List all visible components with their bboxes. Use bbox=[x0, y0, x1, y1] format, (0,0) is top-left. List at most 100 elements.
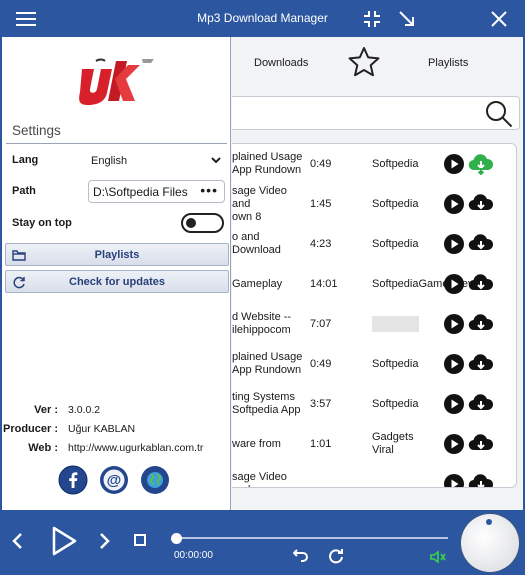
cloud-download-icon bbox=[468, 274, 494, 291]
track-title: d Website -- ilehippocom bbox=[232, 311, 292, 336]
play-circle-icon bbox=[444, 194, 464, 214]
collapse-icon bbox=[364, 10, 380, 27]
web-label: Web : bbox=[28, 442, 58, 454]
list-item[interactable]: plained Usage App Rundown 0:49 Softpedia bbox=[232, 344, 516, 384]
settings-panel: Settings Lang English Path D:\Softpedia … bbox=[2, 37, 231, 510]
toggle-knob bbox=[186, 218, 196, 228]
play-track-button[interactable] bbox=[444, 194, 464, 217]
stay-on-top-toggle[interactable] bbox=[181, 213, 224, 233]
email-button[interactable]: @ bbox=[99, 465, 129, 498]
track-duration: 4:23 bbox=[310, 238, 332, 250]
track-source: Gadgets Viral bbox=[372, 431, 414, 456]
close-button[interactable] bbox=[484, 0, 514, 37]
play-track-button[interactable] bbox=[444, 314, 464, 337]
play-circle-icon bbox=[444, 274, 464, 294]
cloud-download-icon bbox=[468, 234, 494, 251]
track-duration: 0:49 bbox=[310, 358, 332, 370]
download-track-button[interactable] bbox=[468, 273, 494, 298]
play-circle-icon bbox=[444, 474, 464, 487]
rewind-button[interactable] bbox=[292, 548, 309, 565]
cloud-download-icon bbox=[468, 154, 494, 176]
play-track-button[interactable] bbox=[444, 354, 464, 377]
repeat-button[interactable] bbox=[328, 548, 344, 567]
seek-handle[interactable] bbox=[171, 533, 182, 544]
main-nav: Downloads Playlists bbox=[232, 37, 523, 89]
list-item[interactable]: sage Video and bbox=[232, 464, 516, 487]
email-at-icon: @ bbox=[100, 466, 128, 494]
version-value: 3.0.0.2 bbox=[68, 404, 101, 416]
source-placeholder bbox=[372, 316, 419, 332]
svg-text:@: @ bbox=[107, 472, 122, 489]
search-input[interactable] bbox=[238, 97, 478, 127]
browse-path-button[interactable]: ••• bbox=[200, 182, 218, 198]
volume-knob-indicator bbox=[486, 519, 492, 525]
list-item[interactable]: ware from 1:01 Gadgets Viral bbox=[232, 424, 516, 464]
track-source: Softpedia bbox=[372, 357, 419, 370]
stop-button[interactable] bbox=[134, 534, 146, 549]
app-logo bbox=[76, 55, 160, 110]
search-button[interactable] bbox=[485, 100, 513, 131]
track-title: sage Video and bbox=[232, 471, 287, 487]
download-track-button[interactable] bbox=[468, 233, 494, 258]
path-field[interactable]: D:\Softpedia Files ••• bbox=[88, 180, 225, 203]
playlists-button[interactable]: Playlists bbox=[5, 243, 229, 266]
list-item[interactable]: o and Download 4:23 Softpedia bbox=[232, 224, 516, 264]
cloud-download-icon bbox=[468, 434, 494, 451]
website-button[interactable] bbox=[140, 465, 170, 498]
play-circle-icon bbox=[444, 434, 464, 454]
download-track-button[interactable] bbox=[468, 473, 494, 487]
download-track-button[interactable] bbox=[468, 193, 494, 218]
download-track-button[interactable] bbox=[468, 353, 494, 378]
seek-bar[interactable] bbox=[174, 537, 448, 539]
cloud-download-icon bbox=[468, 474, 494, 487]
settings-title: Settings bbox=[12, 123, 61, 138]
previous-button[interactable] bbox=[10, 532, 26, 553]
list-item[interactable]: d Website -- ilehippocom 7:07 bbox=[232, 304, 516, 344]
track-source: Softpedia bbox=[372, 237, 419, 250]
download-track-button[interactable] bbox=[468, 153, 494, 178]
compact-view-button[interactable] bbox=[357, 0, 387, 37]
producer-value: Uğur KABLAN bbox=[68, 423, 136, 435]
stay-on-top-label: Stay on top bbox=[12, 217, 72, 229]
tab-downloads[interactable]: Downloads bbox=[254, 57, 308, 69]
favorites-button[interactable] bbox=[348, 46, 380, 79]
download-track-button[interactable] bbox=[468, 313, 494, 338]
list-item[interactable]: Gameplay 14:01 SoftpediaGamesReview bbox=[232, 264, 516, 304]
chevron-left-icon bbox=[12, 533, 22, 549]
volume-knob[interactable] bbox=[461, 514, 519, 572]
track-source: SoftpediaGamesReview bbox=[372, 277, 491, 290]
play-track-button[interactable] bbox=[444, 234, 464, 257]
lang-dropdown-button[interactable] bbox=[210, 154, 222, 169]
list-item[interactable]: plained Usage App Rundown 0:49 Softpedia bbox=[232, 144, 516, 184]
track-source: Softpedia bbox=[372, 397, 419, 410]
time-elapsed: 00:00:00 bbox=[174, 550, 213, 561]
download-track-button[interactable] bbox=[468, 393, 494, 418]
play-track-button[interactable] bbox=[444, 434, 464, 457]
version-label: Ver : bbox=[34, 404, 58, 416]
globe-icon bbox=[141, 466, 169, 494]
list-item[interactable]: sage Video and own 8 1:45 Softpedia bbox=[232, 184, 516, 224]
title-bar: Mp3 Download Manager bbox=[0, 0, 525, 37]
download-track-button[interactable] bbox=[468, 433, 494, 458]
volume-mute-button[interactable] bbox=[430, 550, 446, 567]
next-button[interactable] bbox=[96, 532, 112, 553]
web-link[interactable]: http://www.ugurkablan.com.tr bbox=[68, 442, 203, 454]
list-item[interactable]: ting Systems Softpedia App 3:57 Softpedia bbox=[232, 384, 516, 424]
minimize-button[interactable] bbox=[392, 0, 422, 37]
facebook-button[interactable] bbox=[58, 465, 88, 498]
arrow-down-right-icon bbox=[399, 10, 414, 26]
search-box bbox=[232, 96, 520, 130]
facebook-icon bbox=[58, 465, 88, 495]
play-track-button[interactable] bbox=[444, 154, 464, 177]
play-track-button[interactable] bbox=[444, 274, 464, 297]
lang-select[interactable]: English bbox=[91, 155, 127, 167]
play-track-button[interactable] bbox=[444, 474, 464, 487]
track-title: Gameplay bbox=[232, 277, 283, 290]
check-updates-button[interactable]: Check for updates bbox=[5, 270, 229, 293]
play-circle-icon bbox=[444, 394, 464, 414]
play-button[interactable] bbox=[50, 525, 78, 560]
play-track-button[interactable] bbox=[444, 394, 464, 417]
playlists-button-label: Playlists bbox=[94, 249, 140, 261]
tab-playlists[interactable]: Playlists bbox=[428, 57, 468, 69]
cloud-download-icon bbox=[468, 314, 494, 331]
